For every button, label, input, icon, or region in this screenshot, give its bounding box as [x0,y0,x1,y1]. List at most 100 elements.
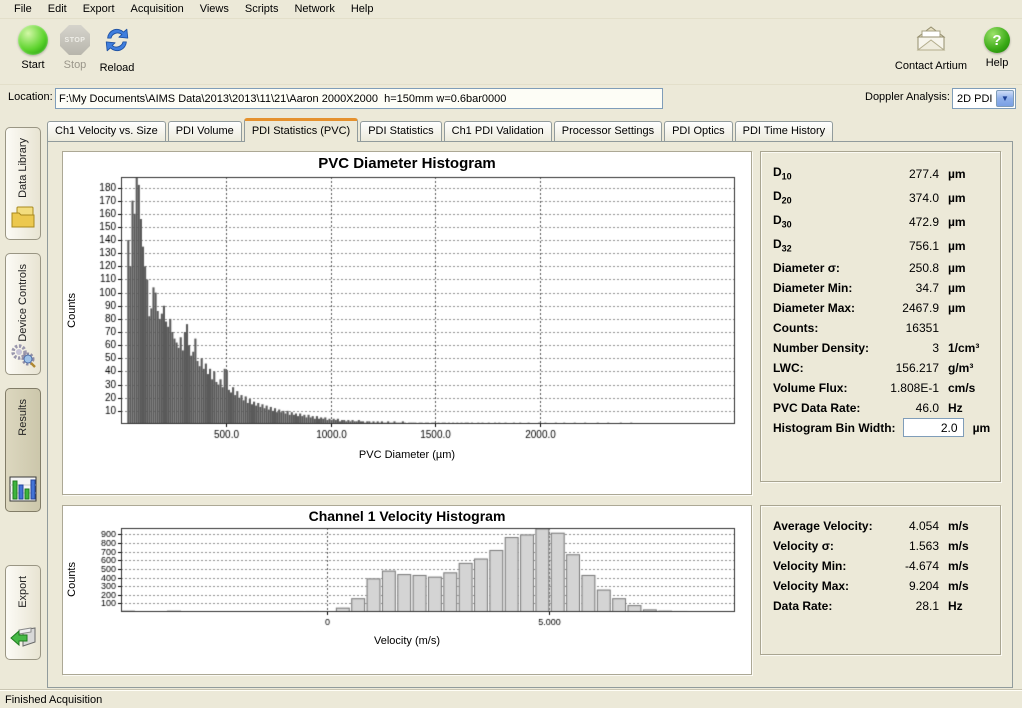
tab-pdi-statistics-pvc-[interactable]: PDI Statistics (PVC) [244,118,358,142]
x-axis-label: PVC Diameter (µm) [63,448,751,461]
stat-label: Velocity σ: [773,539,873,553]
chevron-down-icon[interactable]: ▼ [996,90,1014,107]
stat-unit: m/s [939,539,990,553]
envelope-icon [914,25,948,56]
help-button[interactable]: ? Help [978,25,1016,69]
start-label: Start [21,59,44,71]
stat-row: Counts:16351 [773,318,990,337]
doppler-analysis-label: Doppler Analysis: [865,91,950,103]
export-arrow-icon [9,626,37,653]
stat-label: D32 [773,237,873,253]
stat-value: 1.808E-1 [873,381,939,395]
status-text: Finished Acquisition [5,694,102,706]
stat-label: LWC: [773,361,873,375]
stat-value: 472.9 [873,215,939,229]
y-axis-label: Counts [63,172,81,448]
stat-label: Counts: [773,321,873,335]
stat-value: 16351 [873,321,939,335]
velocity-histogram-canvas [81,524,741,634]
contact-artium-button[interactable]: Contact Artium [890,25,972,72]
stat-unit: µm [939,261,990,275]
stat-value: 277.4 [873,167,939,181]
contact-artium-label: Contact Artium [895,60,967,72]
tab-processor-settings[interactable]: Processor Settings [554,121,662,141]
stat-value: 3 [873,341,939,355]
sidebar-item-device-controls[interactable]: Device Controls [5,253,41,375]
stat-unit: µm [964,421,991,435]
menu-item-network[interactable]: Network [286,1,342,17]
stat-label: Average Velocity: [773,519,873,533]
stat-row: Average Velocity:4.054m/s [773,516,990,535]
reload-button[interactable]: Reload [88,25,146,74]
stat-unit: Hz [939,599,990,613]
stat-value: 4.054 [873,519,939,533]
stat-unit: µm [939,191,990,205]
tab-pdi-volume[interactable]: PDI Volume [168,121,242,141]
stat-unit: µm [939,239,990,253]
menu-item-acquisition[interactable]: Acquisition [123,1,192,17]
stat-value: 156.217 [873,361,939,375]
stop-icon: STOP [60,25,90,55]
stat-unit: 1/cm³ [939,341,990,355]
stat-unit: m/s [939,579,990,593]
reload-label: Reload [100,62,135,74]
stat-row: D20374.0µm [773,186,990,209]
sidebar-item-label: Export [17,576,29,608]
doppler-analysis-select[interactable]: 2D PDI ▼ [952,88,1016,109]
stat-unit: µm [939,167,990,181]
menu-item-export[interactable]: Export [75,1,123,17]
velocity-statistics-panel: Average Velocity:4.054m/sVelocity σ:1.56… [760,505,1001,655]
menu-item-views[interactable]: Views [192,1,237,17]
stat-unit: µm [939,301,990,315]
stat-label: D10 [773,165,873,181]
tab-pdi-statistics[interactable]: PDI Statistics [360,121,441,141]
menu-bar: FileEditExportAcquisitionViewsScriptsNet… [0,0,1022,19]
menu-item-scripts[interactable]: Scripts [237,1,287,17]
stat-value: 1.563 [873,539,939,553]
stat-row: PVC Data Rate:46.0Hz [773,398,990,417]
help-label: Help [986,57,1009,69]
location-input[interactable] [55,88,663,109]
stat-label: Volume Flux: [773,381,873,395]
toolbar: Start STOP Stop Reload Contact Artium [0,19,1022,85]
menu-item-edit[interactable]: Edit [40,1,75,17]
sidebar-item-data-library[interactable]: Data Library [5,127,41,240]
stat-row: D30472.9µm [773,210,990,233]
histogram-bin-width-input[interactable] [903,418,964,437]
menu-item-help[interactable]: Help [343,1,382,17]
stat-row: LWC:156.217g/m³ [773,358,990,377]
doppler-analysis-value: 2D PDI [953,93,995,105]
stat-row: Velocity σ:1.563m/s [773,536,990,555]
stat-row: Diameter σ:250.8µm [773,258,990,277]
folder-icon [9,204,37,233]
stat-unit: m/s [939,559,990,573]
tab-ch1-velocity-vs-size[interactable]: Ch1 Velocity vs. Size [47,121,166,141]
stat-value: 34.7 [873,281,939,295]
reload-icon [102,25,132,58]
x-axis-label: Velocity (m/s) [63,634,751,647]
sidebar-item-results[interactable]: Results [5,388,41,512]
stat-unit: m/s [939,519,990,533]
tab-pdi-optics[interactable]: PDI Optics [664,121,733,141]
tab-ch1-pdi-validation[interactable]: Ch1 PDI Validation [444,121,552,141]
menu-item-file[interactable]: File [6,1,40,17]
stat-value: 374.0 [873,191,939,205]
stat-row: Data Rate:28.1Hz [773,596,990,615]
stat-unit: cm/s [939,381,990,395]
sidebar: Data Library Device Controls Results [0,112,47,690]
chart-title: PVC Diameter Histogram [63,152,751,172]
velocity-histogram-panel: Channel 1 Velocity Histogram Counts Velo… [62,505,752,675]
stat-label: Diameter Max: [773,301,873,315]
sidebar-item-export[interactable]: Export [5,565,41,660]
stat-row: D32756.1µm [773,234,990,257]
start-icon [18,25,48,55]
stat-row: Number Density:31/cm³ [773,338,990,357]
help-icon: ? [984,27,1010,53]
stat-label: Histogram Bin Width: [773,421,896,435]
stat-value: 756.1 [873,239,939,253]
sidebar-item-label: Results [17,399,29,436]
pvc-statistics-panel: D10277.4µmD20374.0µmD30472.9µmD32756.1µm… [760,151,1001,482]
tab-pdi-time-history[interactable]: PDI Time History [735,121,834,141]
tab-strip: Ch1 Velocity vs. SizePDI VolumePDI Stati… [47,117,835,141]
stat-label: PVC Data Rate: [773,401,873,415]
